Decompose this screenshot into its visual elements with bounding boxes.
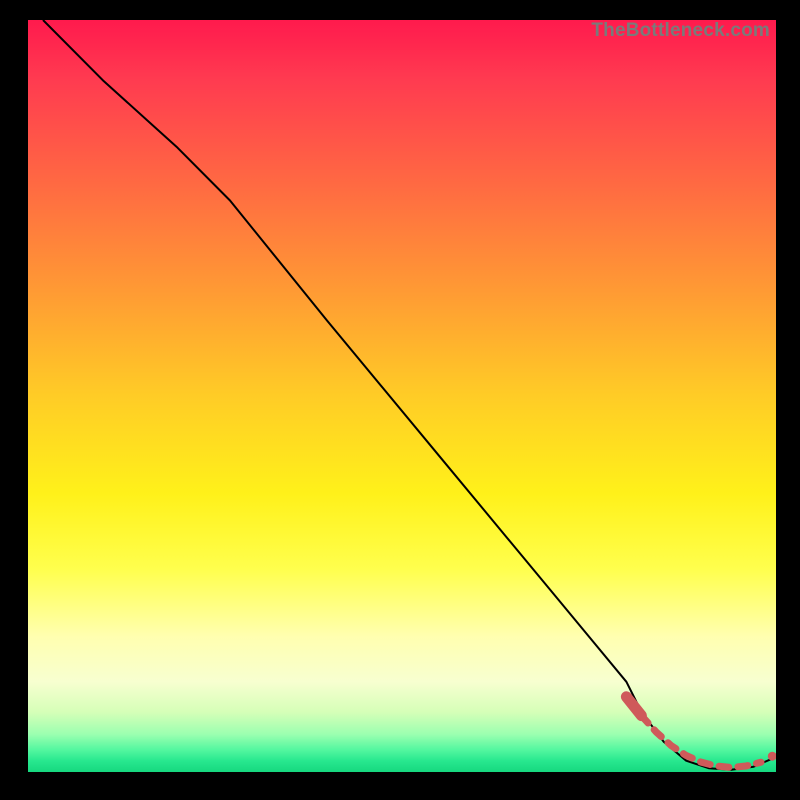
- watermark: TheBottleneck.com: [591, 20, 770, 42]
- gradient-background: [28, 20, 776, 772]
- chart-frame: TheBottleneck.com: [28, 20, 776, 772]
